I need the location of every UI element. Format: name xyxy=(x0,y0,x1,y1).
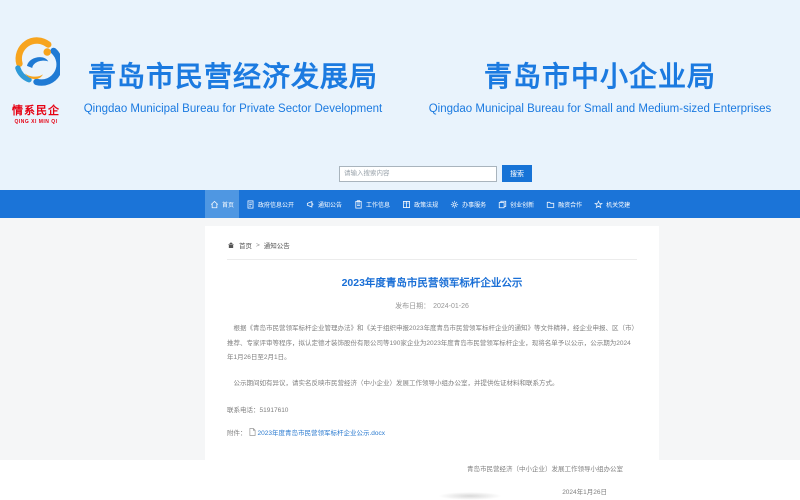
nav-item-financing[interactable]: 融资合作 xyxy=(541,190,587,218)
site-logo: 情系民企 QING XI MIN QI xyxy=(8,36,64,125)
nav-item-innovation[interactable]: 创业创新 xyxy=(493,190,539,218)
article-publish-date: 发布日期： 2024-01-26 xyxy=(227,301,637,311)
main-nav: 首页 政府信息公开 通知公告 工作信息 政策法规 办事服务 创业创新 融资合作 … xyxy=(0,190,800,218)
bureau1-name-en: Qingdao Municipal Bureau for Private Sec… xyxy=(83,103,383,115)
book-icon xyxy=(403,200,411,208)
attachment-row: 附件： 2023年度青岛市民营领军标杆企业公示.docx xyxy=(227,427,637,437)
bureau2-name-en: Qingdao Municipal Bureau for Small and M… xyxy=(428,103,772,115)
logo-subtitle: QING XI MIN QI xyxy=(14,119,58,125)
search-input[interactable] xyxy=(339,165,497,182)
site-header: 情系民企 QING XI MIN QI 青岛市民营经济发展局 Qingdao M… xyxy=(0,0,800,190)
star-icon xyxy=(594,199,604,208)
bureau2-name-cn: 青岛市中小企业局 xyxy=(483,61,716,92)
main-content-area: 首页 > 通知公告 2023年度青岛市民营领军标杆企业公示 发布日期： 2024-… xyxy=(0,218,800,500)
publish-date-label: 发布日期： xyxy=(395,303,431,310)
article-signature-date: 2024年1月26日 xyxy=(562,489,607,496)
copy-icon xyxy=(498,200,507,208)
breadcrumb-current[interactable]: 通知公告 xyxy=(264,240,290,250)
logo-title: 情系民企 xyxy=(12,105,60,117)
document-icon xyxy=(247,199,254,209)
bureau-private-sector: 青岛市民营经济发展局 Qingdao Municipal Bureau for … xyxy=(72,60,394,115)
breadcrumb: 首页 > 通知公告 xyxy=(227,240,637,260)
megaphone-icon xyxy=(306,200,314,208)
home-icon xyxy=(210,200,219,208)
logo-emblem-icon xyxy=(15,37,60,86)
file-icon xyxy=(249,428,255,436)
breadcrumb-home[interactable]: 首页 xyxy=(239,240,252,250)
attachment-label: 附件： xyxy=(227,430,247,437)
nav-item-policies[interactable]: 政策法规 xyxy=(397,190,443,218)
search-bar: 搜索 xyxy=(339,165,532,182)
bureau1-name-cn: 青岛市民营经济发展局 xyxy=(87,61,378,92)
breadcrumb-separator: > xyxy=(256,241,260,249)
article-paragraph: 根据《青岛市民营领军标杆企业管理办法》和《关于组织申报2023年度青岛市民营领军… xyxy=(227,325,635,361)
nav-item-notices[interactable]: 通知公告 xyxy=(301,190,347,218)
folder-icon xyxy=(546,201,555,208)
search-button[interactable]: 搜索 xyxy=(502,165,532,182)
attachment-link[interactable]: 2023年度青岛市民营领军标杆企业公示.docx xyxy=(258,427,386,437)
nav-item-party-building[interactable]: 机关党建 xyxy=(589,190,635,218)
article-paragraph: 公示期间如有异议，请实名反映市民营经济（中小企业）发展工作领导小组办公室，并提供… xyxy=(233,379,559,387)
article-title: 2023年度青岛市民营领军标杆企业公示 xyxy=(341,277,523,289)
nav-item-work-info[interactable]: 工作信息 xyxy=(349,190,395,218)
gear-icon xyxy=(450,200,459,208)
nav-item-home[interactable]: 首页 xyxy=(205,190,240,218)
nav-item-services[interactable]: 办事服务 xyxy=(445,190,491,218)
article-signature: 青岛市民营经济（中小企业）发展工作领导小组办公室 xyxy=(467,466,623,473)
home-icon xyxy=(227,242,235,248)
footer-decoration xyxy=(438,492,502,500)
bureau-sme: 青岛市中小企业局 Qingdao Municipal Bureau for Sm… xyxy=(410,60,790,115)
article-card: 首页 > 通知公告 2023年度青岛市民营领军标杆企业公示 发布日期： 2024-… xyxy=(205,226,659,500)
publish-date-value: 2024-01-26 xyxy=(433,303,469,310)
nav-item-gov-info[interactable]: 政府信息公开 xyxy=(241,190,299,218)
contact-phone: 联系电话：51917610 xyxy=(227,407,289,414)
clipboard-icon xyxy=(355,199,362,209)
